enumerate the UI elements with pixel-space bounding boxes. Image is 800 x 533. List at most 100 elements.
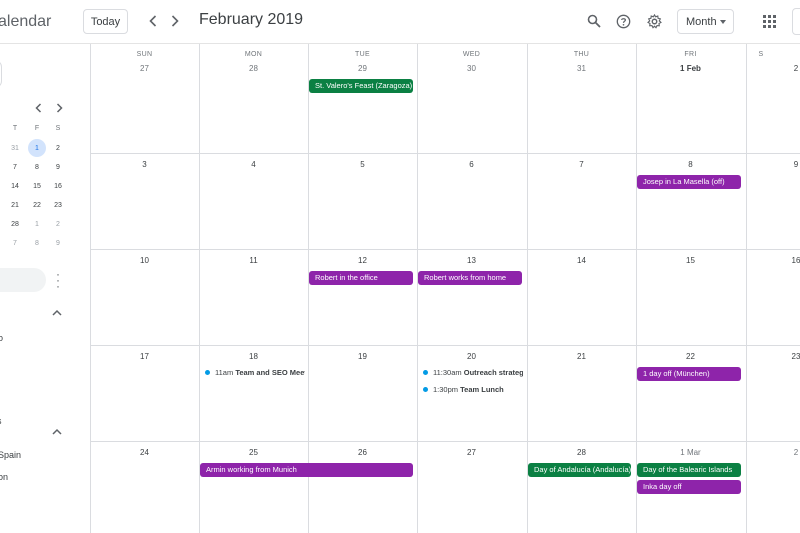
day-number[interactable]: 4 — [199, 160, 308, 169]
mini-day[interactable]: 7 — [6, 234, 24, 252]
day-number[interactable]: 9 — [746, 160, 800, 169]
day-number[interactable]: 5 — [308, 160, 417, 169]
calendar-event[interactable]: St. Valero's Feast (Zaragoza) — [309, 79, 413, 93]
calendar-event[interactable]: Day of the Balearic Islands — [637, 463, 741, 477]
day-number[interactable]: 1 Mar — [636, 448, 745, 457]
settings-button[interactable] — [643, 10, 665, 32]
grid-line — [199, 44, 200, 533]
day-number[interactable]: 13 — [417, 256, 526, 265]
day-number[interactable]: 19 — [308, 352, 417, 361]
calendar-event[interactable]: Day of Andalucía (Andalucía) — [528, 463, 631, 477]
mini-day[interactable]: 1 — [28, 215, 46, 233]
day-number[interactable]: 16 — [746, 256, 800, 265]
day-number[interactable]: 29 — [308, 64, 417, 73]
mini-prev-button[interactable] — [31, 102, 45, 116]
mini-day[interactable]: 21 — [6, 196, 24, 214]
sidebar: T F S 31 1 2 7 8 9 14 15 16 21 22 23 28 … — [0, 44, 90, 533]
day-number[interactable]: 2 — [746, 64, 800, 73]
event-dot-icon — [423, 369, 428, 375]
other-calendar-item[interactable]: on — [0, 472, 8, 482]
my-calendar-item[interactable]: o — [0, 333, 3, 343]
day-number[interactable]: 1 Feb — [636, 64, 745, 73]
day-number[interactable]: 11 — [199, 256, 308, 265]
timed-event[interactable]: 11:30am Outreach strategy — [423, 367, 523, 379]
day-number[interactable]: 28 — [199, 64, 308, 73]
mini-next-button[interactable] — [52, 102, 66, 116]
search-people-field[interactable] — [0, 268, 46, 292]
day-number[interactable]: 14 — [527, 256, 636, 265]
search-icon — [587, 14, 601, 28]
next-month-button[interactable] — [165, 10, 185, 32]
day-number[interactable]: 27 — [90, 64, 199, 73]
calendar-event[interactable]: Robert works from home — [418, 271, 522, 285]
grid-line — [308, 44, 309, 533]
mini-day[interactable]: 14 — [6, 177, 24, 195]
mini-day[interactable]: 16 — [49, 177, 67, 195]
day-number[interactable]: 31 — [527, 64, 636, 73]
other-calendar-item[interactable]: Spain — [0, 450, 21, 460]
day-number[interactable]: 12 — [308, 256, 417, 265]
chevron-up-icon — [52, 428, 62, 435]
day-number[interactable]: 28 — [527, 448, 636, 457]
event-time: 11:30am — [433, 368, 462, 377]
day-number[interactable]: 10 — [90, 256, 199, 265]
mini-day[interactable]: 2 — [49, 139, 67, 157]
day-number[interactable]: 7 — [527, 160, 636, 169]
today-button[interactable]: Today — [83, 9, 128, 34]
day-number[interactable]: 27 — [417, 448, 526, 457]
mini-day[interactable]: 7 — [6, 158, 24, 176]
day-number[interactable]: 23 — [746, 352, 800, 361]
mini-day[interactable]: 8 — [28, 234, 46, 252]
mini-day[interactable]: 22 — [28, 196, 46, 214]
timed-event[interactable]: 1:30pm Team Lunch — [423, 384, 523, 396]
top-bar: alendar Today February 2019 Month — [0, 0, 800, 44]
day-number[interactable]: 15 — [636, 256, 745, 265]
help-button[interactable] — [612, 10, 634, 32]
mini-day[interactable]: 9 — [49, 158, 67, 176]
mini-day[interactable]: 28 — [6, 215, 24, 233]
dow-header: S — [758, 51, 764, 58]
create-button[interactable] — [0, 60, 2, 88]
day-number[interactable]: 17 — [90, 352, 199, 361]
day-number[interactable]: 3 — [90, 160, 199, 169]
calendar-event[interactable]: Josep in La Masella (off) — [637, 175, 741, 189]
day-number[interactable]: 25 — [199, 448, 308, 457]
mini-dow: T — [12, 124, 18, 132]
mini-day[interactable]: 23 — [49, 196, 67, 214]
mini-day[interactable]: 9 — [49, 234, 67, 252]
calendar-event[interactable]: 1 day off (München) — [637, 367, 741, 381]
dow-header: TUE — [355, 51, 370, 58]
mini-day[interactable]: 2 — [49, 215, 67, 233]
view-select[interactable]: Month — [677, 9, 734, 34]
mini-dow: S — [55, 124, 61, 132]
mini-day[interactable]: 31 — [6, 139, 24, 157]
day-number[interactable]: 20 — [417, 352, 526, 361]
dow-header: SUN — [136, 51, 153, 58]
account-button[interactable] — [792, 8, 800, 35]
day-number[interactable]: 22 — [636, 352, 745, 361]
prev-month-button[interactable] — [143, 10, 163, 32]
grid-line — [90, 441, 800, 442]
day-number[interactable]: 24 — [90, 448, 199, 457]
calendar-event[interactable]: Inka day off — [637, 480, 741, 494]
day-number[interactable]: 26 — [308, 448, 417, 457]
dow-header: FRI — [684, 51, 697, 58]
day-number[interactable]: 6 — [417, 160, 526, 169]
day-number[interactable]: 30 — [417, 64, 526, 73]
day-number[interactable]: 2 — [746, 448, 800, 457]
calendar-event[interactable]: Robert in the office — [309, 271, 413, 285]
my-calendars-toggle[interactable] — [52, 308, 62, 319]
other-calendars-toggle[interactable] — [52, 427, 62, 438]
search-button[interactable] — [583, 10, 605, 32]
day-number[interactable]: 18 — [199, 352, 308, 361]
mini-day[interactable]: 15 — [28, 177, 46, 195]
day-number[interactable]: 21 — [527, 352, 636, 361]
mini-day-selected[interactable]: 1 — [28, 139, 46, 157]
calendar-event[interactable]: Armin working from Munich — [200, 463, 413, 477]
more-options-icon[interactable]: · · · — [54, 268, 62, 292]
day-number[interactable]: 8 — [636, 160, 745, 169]
dow-header: THU — [573, 51, 590, 58]
mini-day[interactable]: 8 — [28, 158, 46, 176]
timed-event[interactable]: 11am Team and SEO Meeting — [205, 367, 305, 379]
apps-button[interactable] — [758, 10, 780, 32]
